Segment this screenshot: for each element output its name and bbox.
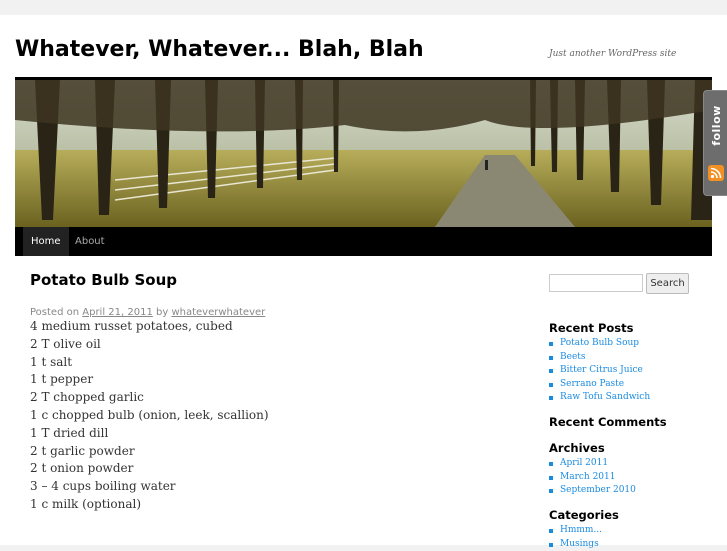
ingredient-line: 3 – 4 cups boiling water — [30, 478, 269, 496]
nav-item-about[interactable]: About — [67, 227, 113, 256]
categories-title: Categories — [549, 508, 619, 522]
main-navigation: Home About — [15, 227, 712, 256]
search-button[interactable]: Search — [646, 273, 689, 294]
recent-post-link[interactable]: Bitter Citrus Juice — [549, 364, 650, 378]
ingredient-line: 1 t salt — [30, 354, 269, 372]
follow-tab[interactable]: follow — [703, 90, 727, 196]
recent-comments-title: Recent Comments — [549, 415, 667, 429]
recent-post-link[interactable]: Raw Tofu Sandwich — [549, 391, 650, 405]
archives-list: April 2011 March 2011 September 2010 — [549, 457, 636, 498]
ingredient-line: 2 t onion powder — [30, 460, 269, 478]
ingredient-line: 2 t garlic powder — [30, 443, 269, 461]
archive-link[interactable]: March 2011 — [549, 471, 636, 485]
follow-label: follow — [710, 105, 723, 146]
archive-link[interactable]: April 2011 — [549, 457, 636, 471]
archives-title: Archives — [549, 441, 605, 455]
post-title[interactable]: Potato Bulb Soup — [30, 271, 177, 289]
categories-list: Hmmm... Musings — [549, 524, 602, 551]
post-author-link[interactable]: whateverwhatever — [171, 307, 265, 318]
recent-post-link[interactable]: Serrano Paste — [549, 378, 650, 392]
recent-posts-list: Potato Bulb Soup Beets Bitter Citrus Jui… — [549, 337, 650, 405]
header-banner-image — [15, 80, 712, 227]
post-content: 4 medium russet potatoes, cubed 2 T oliv… — [30, 318, 269, 514]
post-date-link[interactable]: April 21, 2011 — [82, 307, 153, 318]
recent-posts-title: Recent Posts — [549, 321, 633, 335]
site-description: Just another WordPress site — [549, 49, 676, 59]
category-link[interactable]: Hmmm... — [549, 524, 602, 538]
post-meta-prefix: Posted on — [30, 307, 79, 318]
post-meta: Posted on April 21, 2011 by whateverwhat… — [30, 307, 265, 318]
ingredient-line: 2 T chopped garlic — [30, 389, 269, 407]
search-input[interactable] — [549, 274, 643, 292]
recent-post-link[interactable]: Potato Bulb Soup — [549, 337, 650, 351]
ingredient-line: 1 c chopped bulb (onion, leek, scallion) — [30, 407, 269, 425]
ingredient-line: 4 medium russet potatoes, cubed — [30, 318, 269, 336]
ingredient-line: 2 T olive oil — [30, 336, 269, 354]
ingredient-line: 1 T dried dill — [30, 425, 269, 443]
recent-post-link[interactable]: Beets — [549, 351, 650, 365]
category-link[interactable]: Musings — [549, 538, 602, 551]
ingredient-line: 1 c milk (optional) — [30, 496, 269, 514]
nav-item-home[interactable]: Home — [23, 227, 69, 256]
rss-icon[interactable] — [708, 165, 724, 181]
ingredient-line: 1 t pepper — [30, 371, 269, 389]
post-meta-by: by — [156, 307, 168, 318]
site-title[interactable]: Whatever, Whatever... Blah, Blah — [15, 37, 424, 62]
archive-link[interactable]: September 2010 — [549, 484, 636, 498]
